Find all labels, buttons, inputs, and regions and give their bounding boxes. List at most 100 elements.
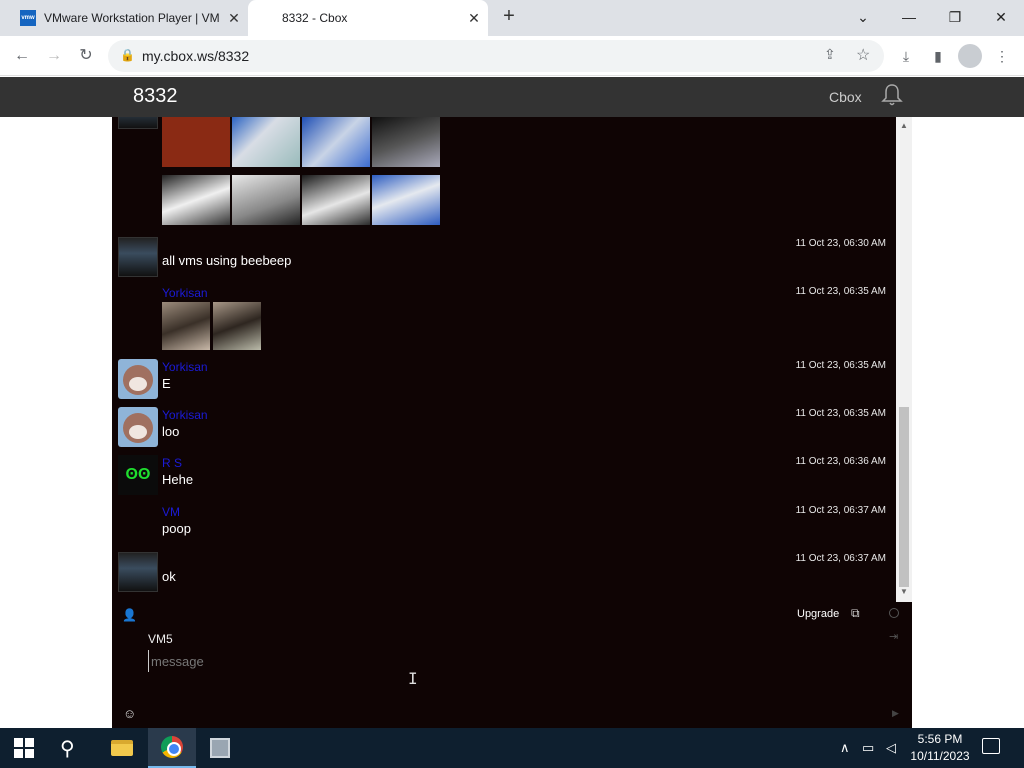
vmware-favicon-icon: vmw <box>20 10 36 26</box>
message-text: Hehe <box>162 472 194 487</box>
tab-title: VMware Workstation Player | VM <box>44 11 220 25</box>
system-clock[interactable]: 5:56 PM 10/11/2023 <box>906 731 974 765</box>
message-username[interactable]: Yorkisan <box>162 360 208 374</box>
search-icon[interactable]: ⚲ <box>60 736 84 760</box>
brand-link[interactable]: Cbox <box>829 89 862 105</box>
menu-icon[interactable]: ⋮ <box>990 44 1014 68</box>
back-button[interactable]: ← <box>10 44 34 68</box>
close-tab-icon[interactable]: ✕ <box>220 10 248 27</box>
message-list[interactable]: all vms using beebeep 11 Oct 23, 06:30 A… <box>112 117 896 602</box>
message-username[interactable]: Yorkisan <box>162 286 208 300</box>
gallery-image[interactable] <box>213 302 261 350</box>
tab-search-icon[interactable]: ⌄ <box>843 4 883 30</box>
close-window-button[interactable]: ✕ <box>981 4 1021 30</box>
network-icon[interactable]: ▭ <box>862 740 874 756</box>
scrollbar-thumb[interactable] <box>899 407 909 587</box>
minimize-button[interactable]: — <box>889 4 929 30</box>
message-text: loo <box>162 424 180 439</box>
gallery-image[interactable] <box>302 117 370 167</box>
message-time: 11 Oct 23, 06:37 AM <box>795 553 886 564</box>
chat-box: all vms using beebeep 11 Oct 23, 06:30 A… <box>112 117 912 728</box>
tab-strip: vmw VMware Workstation Player | VM ✕ 833… <box>0 0 1024 36</box>
tab-title: 8332 - Cbox <box>282 11 348 25</box>
share-icon[interactable]: ⇪ <box>824 46 836 63</box>
windows-start-icon[interactable] <box>14 738 34 758</box>
message-time: 11 Oct 23, 06:36 AM <box>795 456 886 467</box>
avatar <box>118 359 158 399</box>
message-text: ok <box>162 569 176 584</box>
forward-button[interactable]: → <box>42 44 66 68</box>
message-text: all vms using beebeep <box>162 253 292 268</box>
gallery-image[interactable] <box>162 175 230 225</box>
file-explorer-icon[interactable] <box>98 728 146 768</box>
avatar <box>118 552 158 592</box>
address-bar[interactable]: 🔒 my.cbox.ws/8332 ⇪ ☆ <box>108 40 884 72</box>
gallery-image[interactable] <box>162 302 210 350</box>
message-input[interactable] <box>148 650 848 672</box>
message-username[interactable]: Yorkisan <box>162 408 208 422</box>
tab-vmware[interactable]: vmw VMware Workstation Player | VM ✕ <box>8 0 248 36</box>
taskbar: ⚲ ∧ ▭ ◁ 5:56 PM 10/11/2023 <box>0 728 1024 768</box>
clock-date: 10/11/2023 <box>910 749 970 763</box>
emoji-icon[interactable]: ☺ <box>123 706 136 721</box>
message-time: 11 Oct 23, 06:30 AM <box>795 238 886 249</box>
gallery-image[interactable] <box>232 117 300 167</box>
avatar <box>118 117 158 129</box>
message-text: E <box>162 376 171 391</box>
list-item <box>112 117 896 229</box>
browser-toolbar: ← → ↻ 🔒 my.cbox.ws/8332 ⇪ ☆ ⤓ ▮ ⋮ <box>0 36 1024 76</box>
list-item: Yorkisan loo 11 Oct 23, 06:35 AM <box>112 405 896 453</box>
vmware-app-icon[interactable] <box>196 728 244 768</box>
upgrade-link[interactable]: Upgrade <box>797 608 839 620</box>
profile-avatar[interactable] <box>958 44 982 68</box>
scroll-up-icon[interactable]: ▲ <box>900 121 908 130</box>
site-header: 8332 Cbox <box>0 77 1024 117</box>
close-tab-icon[interactable]: ✕ <box>460 10 488 27</box>
gallery-image[interactable] <box>372 117 440 167</box>
reload-button[interactable]: ↻ <box>74 44 98 68</box>
scroll-down-icon[interactable]: ▼ <box>900 587 908 596</box>
list-item: VM poop 11 Oct 23, 06:37 AM <box>112 502 896 550</box>
list-item: Yorkisan E 11 Oct 23, 06:35 AM <box>112 357 896 405</box>
text-cursor-icon: I <box>408 669 418 688</box>
restore-button[interactable]: ❐ <box>935 4 975 30</box>
notification-bell-icon[interactable] <box>880 83 904 107</box>
message-time: 11 Oct 23, 06:37 AM <box>795 505 886 516</box>
scrollbar[interactable]: ▲ ▼ <box>896 117 912 602</box>
status-circle-icon[interactable] <box>889 608 899 618</box>
message-time: 11 Oct 23, 06:35 AM <box>795 360 886 371</box>
popout-icon[interactable]: ⧉ <box>851 606 860 621</box>
list-item: ʘʘ R S Hehe 11 Oct 23, 06:36 AM <box>112 453 896 502</box>
gallery-image[interactable] <box>372 175 440 225</box>
avatar <box>118 237 158 277</box>
volume-icon[interactable]: ◁ <box>886 740 896 756</box>
message-form: 👤 Upgrade ⧉ VM5 ⇥ I ☺ ▶ <box>112 602 912 728</box>
message-username[interactable]: R S <box>162 456 182 470</box>
gallery-image[interactable] <box>232 175 300 225</box>
sign-in-icon[interactable]: ⇥ <box>889 630 898 643</box>
avatar <box>118 407 158 447</box>
user-icon[interactable]: 👤 <box>122 608 137 622</box>
gallery-image[interactable] <box>302 175 370 225</box>
chevron-up-icon[interactable]: ∧ <box>840 740 850 756</box>
side-panel-icon[interactable]: ▮ <box>926 44 950 68</box>
gallery-image[interactable] <box>162 117 230 167</box>
url-text: my.cbox.ws/8332 <box>142 48 250 64</box>
send-icon[interactable]: ▶ <box>892 708 899 719</box>
message-text: poop <box>162 521 191 536</box>
list-item: Yorkisan 11 Oct 23, 06:35 AM <box>112 283 896 357</box>
nickname-field[interactable]: VM5 <box>148 632 173 646</box>
message-time: 11 Oct 23, 06:35 AM <box>795 286 886 297</box>
message-username[interactable]: VM <box>162 505 180 519</box>
download-icon[interactable]: ⤓ <box>894 44 918 68</box>
page-title: 8332 <box>133 85 178 107</box>
bookmark-star-icon[interactable]: ☆ <box>856 45 870 65</box>
chrome-icon[interactable] <box>148 728 196 768</box>
lock-icon: 🔒 <box>120 48 135 62</box>
list-item: all vms using beebeep 11 Oct 23, 06:30 A… <box>112 235 896 283</box>
new-tab-button[interactable]: + <box>498 6 520 28</box>
list-item: ok 11 Oct 23, 06:37 AM <box>112 550 896 598</box>
notification-center-icon[interactable] <box>982 738 1000 754</box>
message-time: 11 Oct 23, 06:35 AM <box>795 408 886 419</box>
tab-cbox[interactable]: 8332 - Cbox ✕ <box>248 0 488 36</box>
